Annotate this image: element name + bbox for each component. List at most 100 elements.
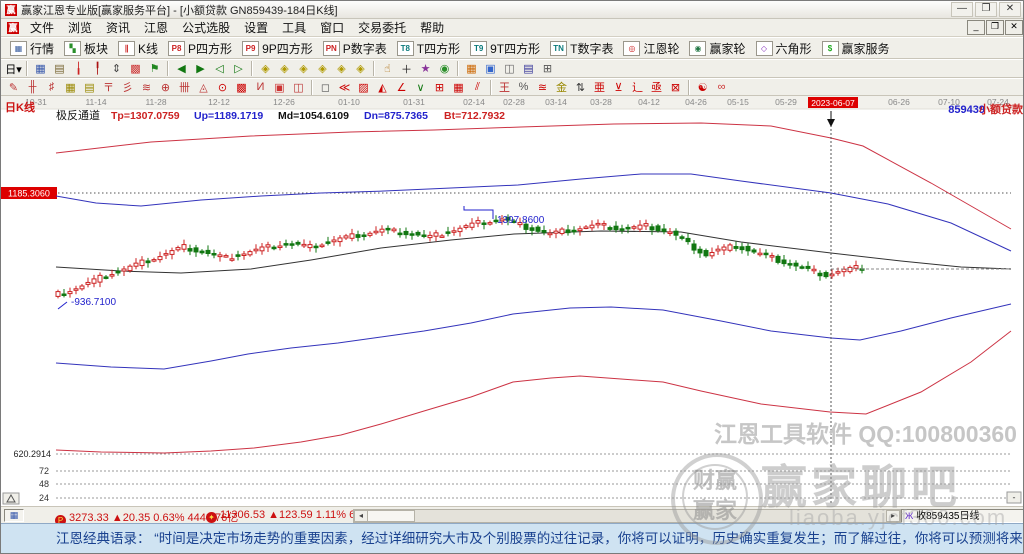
toolbar-button-sector-blocks[interactable]: ▚ 板块	[59, 38, 113, 58]
toolbar-button-quote-grid[interactable]: ▦ 行情	[5, 38, 59, 58]
view-tool-icon-14[interactable]: ▷	[230, 61, 247, 76]
view-tool-icon-26[interactable]: ◉	[436, 61, 453, 76]
view-tool-icon-8[interactable]: ▩	[127, 61, 144, 76]
menu-item-6[interactable]: 设置	[237, 21, 275, 35]
toolbar-button-t9-square[interactable]: T9 9T四方形	[465, 38, 545, 58]
menu-item-5[interactable]: 公式选股	[175, 21, 237, 35]
toolbar-button-gann-wheel[interactable]: ◎ 江恩轮	[618, 38, 684, 58]
draw-tool-icon-35[interactable]: 辶	[629, 80, 646, 95]
draw-tool-icon-37[interactable]: ⊠	[667, 80, 684, 95]
view-tool-icon-19[interactable]: ◈	[314, 61, 331, 76]
view-tool-icon-13[interactable]: ◁	[211, 61, 228, 76]
draw-tool-icon-23[interactable]: ∨	[412, 80, 429, 95]
close-button[interactable]: ✕	[999, 2, 1021, 17]
draw-tool-icon-31[interactable]: 金	[553, 80, 570, 95]
scroll-right-icon[interactable]: ▸	[886, 510, 900, 522]
draw-tool-icon-15[interactable]: ▣	[271, 80, 288, 95]
toolbar-button-p-square[interactable]: P8 P四方形	[163, 38, 237, 58]
draw-tool-icon-2[interactable]: ╫	[24, 80, 41, 95]
menu-item-8[interactable]: 窗口	[313, 21, 351, 35]
draw-tool-icon-21[interactable]: ◭	[374, 80, 391, 95]
status-grid-icon[interactable]: ▦	[4, 509, 24, 522]
draw-tool-icon-19[interactable]: ≪	[336, 80, 353, 95]
view-tool-icon-16[interactable]: ◈	[257, 61, 274, 76]
draw-tool-icon-34[interactable]: ⊻	[610, 80, 627, 95]
mdi-close-button[interactable]: ✕	[1005, 20, 1023, 35]
draw-tool-icon-4[interactable]: ▦	[62, 80, 79, 95]
mdi-restore-button[interactable]: ❐	[986, 20, 1004, 35]
status-kline-box[interactable]: Ж 收859435日线	[901, 509, 1023, 523]
draw-tool-icon-12[interactable]: ⊙	[214, 80, 231, 95]
menu-item-3[interactable]: 资讯	[99, 21, 137, 35]
draw-tool-icon-9[interactable]: ⊕	[157, 80, 174, 95]
menu-item-7[interactable]: 工具	[275, 21, 313, 35]
draw-tool-icon-40[interactable]: ∞	[713, 80, 730, 95]
view-tool-icon-17[interactable]: ◈	[276, 61, 293, 76]
draw-tool-icon-28[interactable]: 王	[496, 80, 513, 95]
view-tool-icon-24[interactable]: ＋	[398, 61, 415, 76]
view-tool-icon-1[interactable]: 日▾	[5, 61, 22, 76]
kline-chart[interactable]: 10-31 11-14 11-28 12-12 12-26 01-10 01-31 02-14…	[1, 96, 1024, 506]
toolbar-button-p-number[interactable]: PN P数字表	[318, 38, 392, 58]
draw-tool-icon-5[interactable]: ▤	[81, 80, 98, 95]
view-tool-icon-31[interactable]: ▤	[520, 61, 537, 76]
view-tool-icon-9[interactable]: ⚑	[146, 61, 163, 76]
toolbar-button-kline[interactable]: ∥ K线	[113, 38, 163, 58]
view-tool-icon-7[interactable]: ⇕	[108, 61, 125, 76]
toolbar-button-winner-wheel[interactable]: ◉ 赢家轮	[684, 38, 750, 58]
draw-tool-icon-18[interactable]: ◻	[317, 80, 334, 95]
draw-tool-icon-20[interactable]: ▨	[355, 80, 372, 95]
draw-tool-icon-26[interactable]: ⫽	[469, 80, 486, 95]
minimize-button[interactable]: —	[951, 2, 973, 17]
view-tool-icon-11[interactable]: ◀	[173, 61, 190, 76]
toolbar-button-t-number[interactable]: TN T数字表	[545, 38, 618, 58]
toolbar-button-hexagon[interactable]: ◇ 六角形	[751, 38, 817, 58]
draw-tool-icon-14[interactable]: И	[252, 80, 269, 95]
toolbar-button-p9-square[interactable]: P9 9P四方形	[237, 38, 318, 58]
chart-h-scrollbar[interactable]: ◂ ▸	[353, 509, 901, 523]
menu-item-9[interactable]: 交易委托	[351, 21, 413, 35]
indicator-name[interactable]: 极反通道	[56, 108, 100, 122]
mdi-minimize-button[interactable]: _	[967, 20, 985, 35]
draw-tool-icon-7[interactable]: 彡	[119, 80, 136, 95]
view-tool-icon-4[interactable]: ▤	[51, 61, 68, 76]
draw-tool-icon-1[interactable]: ✎	[5, 80, 22, 95]
draw-tool-icon-39[interactable]: ☯	[694, 80, 711, 95]
draw-tool-icon-29[interactable]: %	[515, 80, 532, 95]
view-tool-icon-21[interactable]: ◈	[352, 61, 369, 76]
draw-tool-icon-10[interactable]: 卌	[176, 80, 193, 95]
view-tool-icon-25[interactable]: ★	[417, 61, 434, 76]
view-tool-icon-30[interactable]: ◫	[501, 61, 518, 76]
view-tool-icon-3[interactable]: ▦	[32, 61, 49, 76]
scroll-left-icon[interactable]: ◂	[354, 510, 368, 522]
view-tool-icon-12[interactable]: ▶	[192, 61, 209, 76]
maximize-button[interactable]: ❐	[975, 2, 997, 17]
menu-item-1[interactable]: 文件	[23, 21, 61, 35]
view-tool-icon-32[interactable]: ⊞	[539, 61, 556, 76]
view-tool-icon-6[interactable]: ╿	[89, 61, 106, 76]
toolbar-button-t-square[interactable]: T8 T四方形	[392, 38, 465, 58]
view-tool-icon-28[interactable]: ▦	[463, 61, 480, 76]
draw-tool-icon-16[interactable]: ◫	[290, 80, 307, 95]
view-tool-icon-18[interactable]: ◈	[295, 61, 312, 76]
draw-tool-icon-25[interactable]: ▦	[450, 80, 467, 95]
draw-tool-icon-24[interactable]: ⊞	[431, 80, 448, 95]
draw-tool-icon-8[interactable]: ≋	[138, 80, 155, 95]
draw-tool-icon-3[interactable]: ♯	[43, 80, 60, 95]
menu-item-10[interactable]: 帮助	[413, 21, 451, 35]
menu-item-4[interactable]: 江恩	[137, 21, 175, 35]
view-tool-icon-29[interactable]: ▣	[482, 61, 499, 76]
draw-tool-icon-30[interactable]: ≊	[534, 80, 551, 95]
view-tool-icon-20[interactable]: ◈	[333, 61, 350, 76]
view-tool-icon-23[interactable]: ☝	[379, 61, 396, 76]
toolbar-button-service[interactable]: $ 赢家服务	[817, 38, 895, 58]
draw-tool-icon-36[interactable]: 亟	[648, 80, 665, 95]
menu-item-2[interactable]: 浏览	[61, 21, 99, 35]
draw-tool-icon-22[interactable]: ∠	[393, 80, 410, 95]
draw-tool-icon-6[interactable]: 〒	[100, 80, 117, 95]
draw-tool-icon-11[interactable]: ◬	[195, 80, 212, 95]
view-tool-icon-5[interactable]: ╽	[70, 61, 87, 76]
draw-tool-icon-32[interactable]: ⇅	[572, 80, 589, 95]
draw-tool-icon-33[interactable]: 亜	[591, 80, 608, 95]
scrollbar-thumb[interactable]	[367, 510, 415, 522]
